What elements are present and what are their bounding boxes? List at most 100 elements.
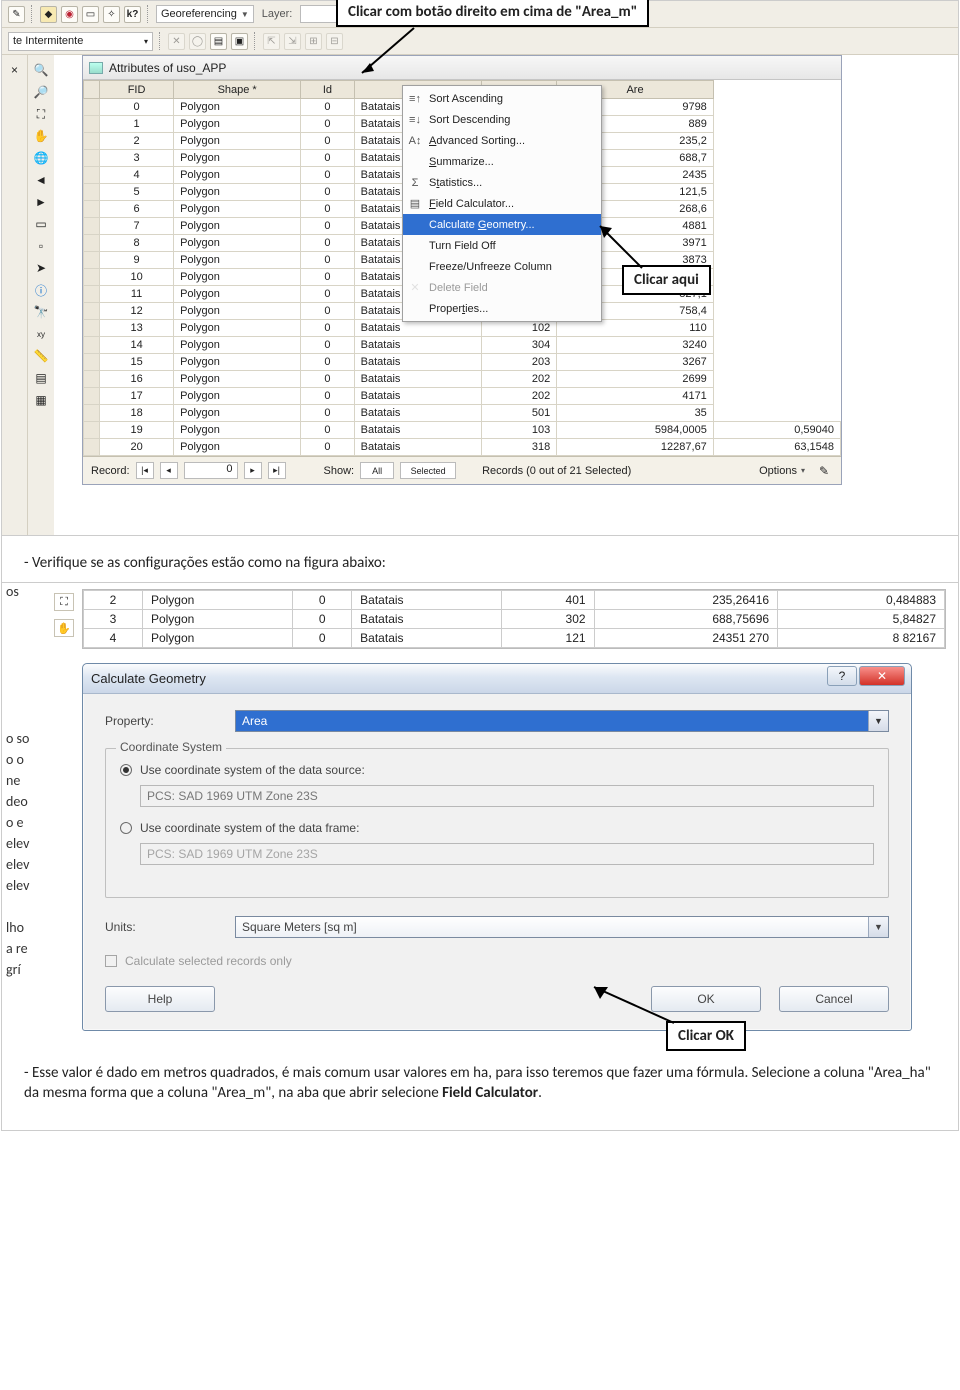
attributes-title: Attributes of uso_APP [109, 61, 226, 75]
select-icon[interactable]: ▭ [32, 215, 50, 233]
tool-btn[interactable]: ▤ [32, 369, 50, 387]
attributes-titlebar[interactable]: Attributes of uso_APP [83, 56, 841, 80]
radio-on-icon [120, 764, 132, 776]
table-row[interactable]: 19Polygon0Batatais1035984,00050,59040 [84, 422, 841, 439]
zoom-out-icon[interactable]: 🔎 [32, 83, 50, 101]
find-icon[interactable]: 🔭 [32, 303, 50, 321]
radio-data-frame[interactable]: Use coordinate system of the data frame: [120, 821, 874, 835]
separator [159, 32, 162, 50]
prev-record-button[interactable]: ◂ [160, 462, 178, 479]
menu-summarize[interactable]: Summarize... [403, 151, 601, 172]
tool-btn[interactable]: ✎ [8, 6, 25, 23]
xy-icon[interactable]: xy [32, 325, 50, 343]
help-button[interactable]: Help [105, 986, 215, 1012]
show-selected-button[interactable]: Selected [400, 462, 456, 479]
last-record-button[interactable]: ▸| [268, 462, 286, 479]
tool-btn[interactable]: ◯ [189, 33, 206, 50]
table-row[interactable]: 15Polygon0Batatais2033267 [84, 354, 841, 371]
tool-btn[interactable]: ▤ [210, 33, 227, 50]
table-row[interactable]: 14Polygon0Batatais3043240 [84, 337, 841, 354]
pointer-icon[interactable]: ➤ [32, 259, 50, 277]
map-canvas: Attributes of uso_APP FIDShape *Idmunicu… [54, 55, 958, 535]
back-icon[interactable]: ◄ [32, 171, 50, 189]
calc-icon: ▤ [408, 197, 422, 210]
calculate-geometry-dialog: Calculate Geometry ? ✕ Property: Area [82, 663, 912, 1031]
callout-right-click: Clicar com botão direito em cima de "Are… [336, 0, 649, 27]
menu-sort-descending[interactable]: ≡↓Sort Descending [403, 109, 601, 130]
first-record-button[interactable]: |◂ [136, 462, 154, 479]
identify-icon[interactable]: ⓘ [32, 281, 50, 299]
source-cs-box: PCS: SAD 1969 UTM Zone 23S [140, 785, 874, 807]
menu-field-calculator[interactable]: ▤Field Calculator... [403, 193, 601, 214]
separator [254, 32, 257, 50]
options-label: Options [759, 465, 797, 477]
property-select[interactable]: Area ▼ [235, 710, 889, 732]
pan-icon[interactable]: ✋ [54, 619, 74, 637]
tool-btn[interactable]: ⇲ [284, 33, 301, 50]
attributes-footer: Record: |◂ ◂ 0 ▸ ▸| Show: All Selected R… [83, 456, 841, 484]
toc-strip: × [2, 55, 28, 535]
table-row[interactable]: 20Polygon0Batatais31812287,6763,1548 [84, 439, 841, 456]
full-extent-icon[interactable]: ⛶ [32, 105, 50, 123]
layer-select-text: te Intermitente [13, 35, 83, 47]
instruction-text-2: - Esse valor é dado em metros quadrados,… [2, 1049, 958, 1130]
menu-statistics[interactable]: ΣStatistics... [403, 172, 601, 193]
help-icon[interactable]: k? [124, 6, 141, 23]
frame-cs-box: PCS: SAD 1969 UTM Zone 23S [140, 843, 874, 865]
forward-icon[interactable]: ► [32, 193, 50, 211]
globe-icon[interactable]: 🌐 [32, 149, 50, 167]
pencil-icon[interactable]: ✎ [815, 462, 833, 480]
tool-btn[interactable]: ✕ [168, 33, 185, 50]
tool-btn[interactable]: ▦ [32, 391, 50, 409]
chevron-down-icon: ▼ [868, 917, 888, 937]
table-icon [89, 62, 103, 74]
units-select[interactable]: Square Meters [sq m] ▼ [235, 916, 889, 938]
tool-btn[interactable]: ▣ [231, 33, 248, 50]
close-button[interactable]: ✕ [859, 666, 905, 686]
radio-off-icon [120, 822, 132, 834]
tool-btn[interactable]: ▭ [82, 6, 99, 23]
toolbar-row-2: te Intermitente ▾ ✕ ◯ ▤ ▣ ⇱ ⇲ ⊞ ⊟ [2, 28, 958, 55]
tool-btn[interactable]: ⊟ [326, 33, 343, 50]
tools-strip: 🔍 🔎 ⛶ ✋ 🌐 ◄ ► ▭ ▫ ➤ ⓘ 🔭 xy 📏 ▤ ▦ [28, 55, 54, 535]
georeferencing-dropdown[interactable]: Georeferencing ▼ [156, 5, 254, 23]
layer-label: Layer: [262, 8, 293, 20]
record-label: Record: [91, 465, 130, 477]
show-all-button[interactable]: All [360, 462, 394, 479]
full-extent-icon[interactable]: ⛶ [54, 593, 74, 611]
menu-freeze-column[interactable]: Freeze/Unfreeze Column [403, 256, 601, 277]
chevron-down-icon: ▼ [868, 711, 888, 731]
menu-turn-field-off[interactable]: Turn Field Off [403, 235, 601, 256]
table-row[interactable]: 13Polygon0Batatais102110 [84, 320, 841, 337]
options-dropdown[interactable]: Options ▾ [755, 462, 809, 480]
measure-icon[interactable]: 📏 [32, 347, 50, 365]
tools-strip-2: ⛶ ✋ [46, 589, 82, 1031]
tool-btn[interactable]: ⇱ [263, 33, 280, 50]
close-icon[interactable]: × [6, 61, 24, 79]
radio-data-source[interactable]: Use coordinate system of the data source… [120, 763, 874, 777]
tool-btn[interactable]: ✧ [103, 6, 120, 23]
tool-btn[interactable]: ◉ [61, 6, 78, 23]
table-row[interactable]: 16Polygon0Batatais2022699 [84, 371, 841, 388]
table-row[interactable]: 17Polygon0Batatais2024171 [84, 388, 841, 405]
table-row[interactable]: 18Polygon0Batatais50135 [84, 405, 841, 422]
record-input[interactable]: 0 [184, 462, 238, 479]
sigma-icon: Σ [408, 177, 422, 189]
instruction-text-1: - Verifique se as configurações estão co… [2, 536, 958, 582]
zoom-in-icon[interactable]: 🔍 [32, 61, 50, 79]
clear-sel-icon[interactable]: ▫ [32, 237, 50, 255]
tool-btn[interactable]: ⊞ [305, 33, 322, 50]
dialog-titlebar[interactable]: Calculate Geometry ? ✕ [83, 664, 911, 694]
menu-sort-ascending[interactable]: ≡↑Sort Ascending [403, 88, 601, 109]
chevron-down-icon: ▾ [144, 37, 148, 46]
pan-icon[interactable]: ✋ [32, 127, 50, 145]
tool-btn[interactable]: ◆ [40, 6, 57, 23]
next-record-button[interactable]: ▸ [244, 462, 262, 479]
cancel-button[interactable]: Cancel [779, 986, 889, 1012]
menu-calculate-geometry[interactable]: Calculate Geometry... [403, 214, 601, 235]
menu-advanced-sorting[interactable]: A↕Advanced Sorting... [403, 130, 601, 151]
layer-select[interactable]: te Intermitente ▾ [8, 32, 153, 51]
ok-button[interactable]: OK [651, 986, 761, 1012]
help-button[interactable]: ? [827, 666, 857, 686]
menu-properties[interactable]: Properties... [403, 298, 601, 319]
